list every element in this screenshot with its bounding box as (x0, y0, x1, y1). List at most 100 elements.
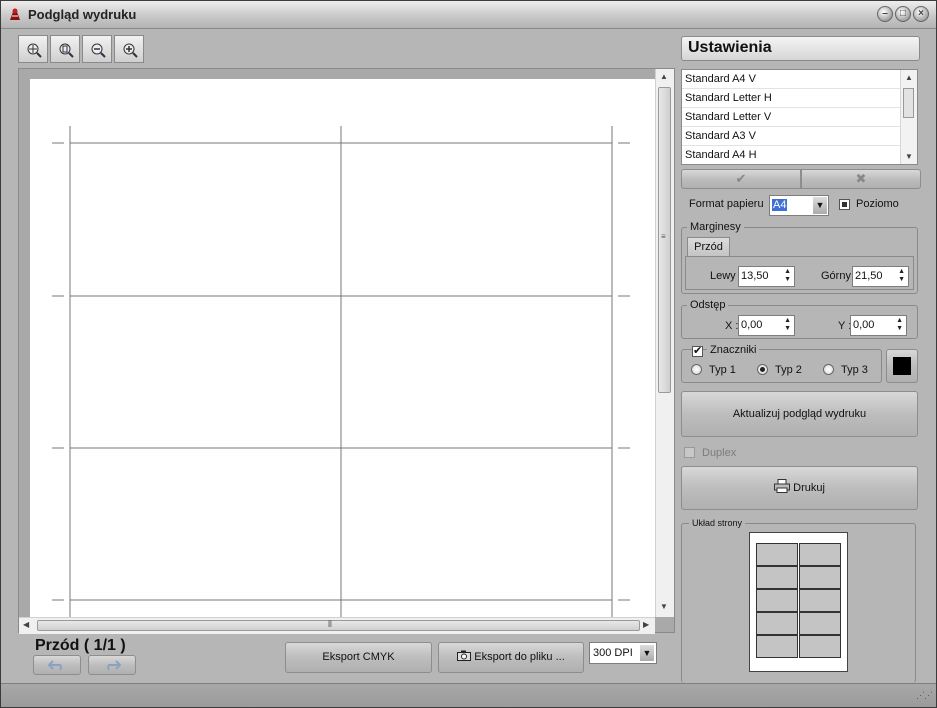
spinner-arrows-icon[interactable]: ▲ ▼ (898, 268, 905, 284)
landscape-label: Poziomo (856, 198, 899, 210)
spacing-x-input[interactable]: 0,00 ▲ ▼ (738, 315, 795, 336)
format-value: A4 (772, 199, 788, 211)
page-layout-title: Układ strony (689, 518, 746, 528)
duplex-checkbox[interactable] (684, 447, 695, 458)
window-title: Podgląd wydruku (28, 7, 137, 22)
zoom-out-icon (91, 43, 106, 58)
horizontal-scroll-thumb[interactable]: ⦀ (37, 619, 640, 631)
printer-icon (774, 479, 791, 493)
update-preview-button[interactable]: Aktualizuj podgląd wydruku (681, 391, 918, 437)
scroll-down-icon[interactable]: ▼ (660, 602, 668, 611)
tab-front[interactable]: Przód (687, 237, 730, 256)
left-margin-label: Lewy (710, 270, 736, 282)
check-icon: ✔ (693, 345, 703, 357)
accept-preset-button[interactable]: ✔ (681, 169, 801, 189)
format-select[interactable]: A4 ▼ (769, 195, 829, 216)
print-button[interactable]: Drukuj (681, 466, 918, 510)
list-scroll-thumb[interactable] (903, 88, 914, 118)
spacing-x-value: 0,00 (741, 319, 763, 331)
title-bar: Podgląd wydruku – □ × (1, 1, 936, 29)
spacing-y-input[interactable]: 0,00 ▲ ▼ (850, 315, 907, 336)
margins-group: Marginesy Przód Lewy 13,50 ▲ ▼ Górny 21,50… (681, 221, 918, 294)
delete-preset-button[interactable]: ✖ (801, 169, 921, 189)
scroll-up-icon[interactable]: ▲ (905, 73, 913, 82)
export-file-button[interactable]: Eksport do pliku ... (438, 642, 584, 673)
top-margin-value: 21,50 (855, 270, 883, 282)
page-layout-grid (756, 543, 841, 658)
type2-radio[interactable] (757, 364, 768, 375)
top-margin-label: Górny (821, 270, 851, 282)
chevron-down-icon: ▼ (813, 197, 827, 214)
undo-arrow-icon (47, 660, 62, 671)
close-button[interactable]: × (913, 6, 929, 22)
type1-label: Typ 1 (709, 364, 736, 376)
type3-radio[interactable] (823, 364, 834, 375)
zoom-fit-icon (27, 43, 42, 58)
print-preview-window: Podgląd wydruku – □ × ▲ ≡ ▼ ◀ ⦀ ▶ Przód … (0, 0, 937, 708)
type2-label: Typ 2 (775, 364, 802, 376)
type1-radio[interactable] (691, 364, 702, 375)
spinner-arrows-icon[interactable]: ▲ ▼ (784, 317, 791, 333)
page-layout-thumbnail (749, 532, 848, 672)
redo-arrow-icon (107, 660, 122, 671)
spacing-x-label: X : (725, 320, 739, 332)
prev-page-button[interactable] (33, 655, 81, 675)
zoom-page-icon (59, 43, 74, 58)
preview-vertical-scrollbar[interactable]: ▲ ≡ ▼ (655, 69, 674, 617)
margins-title: Marginesy (687, 221, 744, 233)
zoom-fit-button[interactable] (18, 35, 48, 63)
print-label: Drukuj (793, 482, 825, 494)
marks-group: ✔ Znaczniki Typ 1 Typ 2 Typ 3 (681, 344, 882, 383)
preview-page (30, 79, 655, 622)
maximize-button[interactable]: □ (895, 6, 911, 22)
landscape-checkbox[interactable] (839, 199, 850, 210)
page-label: Przód ( 1/1 ) (35, 637, 126, 654)
spacing-y-value: 0,00 (853, 319, 875, 331)
preview-horizontal-scrollbar[interactable]: ◀ ⦀ ▶ (19, 617, 655, 634)
x-icon: ✖ (855, 171, 867, 186)
type3-label: Typ 3 (841, 364, 868, 376)
dpi-value: 300 DPI (593, 647, 633, 659)
dpi-select[interactable]: 300 DPI ▼ (589, 642, 657, 664)
top-margin-input[interactable]: 21,50 ▲ ▼ (852, 266, 909, 287)
cut-grid (52, 126, 630, 622)
scroll-left-icon[interactable]: ◀ (23, 620, 29, 629)
zoom-page-button[interactable] (50, 35, 80, 63)
zoom-in-button[interactable] (114, 35, 144, 63)
page-layout-group: Układ strony (681, 518, 916, 683)
minimize-button[interactable]: – (877, 6, 893, 22)
preset-list[interactable]: Standard A4 V Standard Letter H Standard… (681, 69, 918, 165)
scroll-up-icon[interactable]: ▲ (660, 72, 668, 81)
camera-icon (457, 650, 472, 661)
list-item[interactable]: Standard A4 V (682, 70, 903, 89)
next-page-button[interactable] (88, 655, 136, 675)
marks-checkbox[interactable]: ✔ (692, 345, 703, 357)
export-file-label: Eksport do pliku ... (474, 651, 565, 663)
preset-list-scrollbar[interactable]: ▲ ▼ (900, 70, 917, 164)
check-icon: ✔ (735, 171, 747, 186)
zoom-in-icon (123, 43, 138, 58)
zoom-out-button[interactable] (82, 35, 112, 63)
app-icon (10, 8, 20, 20)
list-item[interactable]: Standard Letter H (682, 89, 903, 108)
spinner-arrows-icon[interactable]: ▲ ▼ (896, 317, 903, 333)
list-item[interactable]: Standard A3 V (682, 127, 903, 146)
format-label: Format papieru (689, 198, 764, 210)
spacing-group: Odstęp X : 0,00 ▲ ▼ Y : 0,00 ▲ ▼ (681, 299, 918, 339)
scroll-right-icon[interactable]: ▶ (643, 620, 649, 629)
spinner-arrows-icon[interactable]: ▲ ▼ (784, 268, 791, 284)
chevron-down-icon: ▼ (640, 645, 654, 661)
preview-area (18, 68, 675, 633)
list-item[interactable]: Standard Letter V (682, 108, 903, 127)
scroll-down-icon[interactable]: ▼ (905, 152, 913, 161)
list-item[interactable]: Standard A4 H (682, 146, 903, 164)
marks-color-button[interactable] (886, 349, 918, 383)
spacing-title: Odstęp (687, 299, 729, 311)
export-cmyk-button[interactable]: Eksport CMYK (285, 642, 432, 673)
status-bar: ⋰⋰ (1, 683, 936, 707)
left-margin-input[interactable]: 13,50 ▲ ▼ (738, 266, 795, 287)
color-swatch (893, 357, 911, 375)
vertical-scroll-thumb[interactable]: ≡ (658, 87, 671, 393)
left-margin-value: 13,50 (741, 270, 769, 282)
resize-grip-icon[interactable]: ⋰⋰ (916, 690, 933, 701)
